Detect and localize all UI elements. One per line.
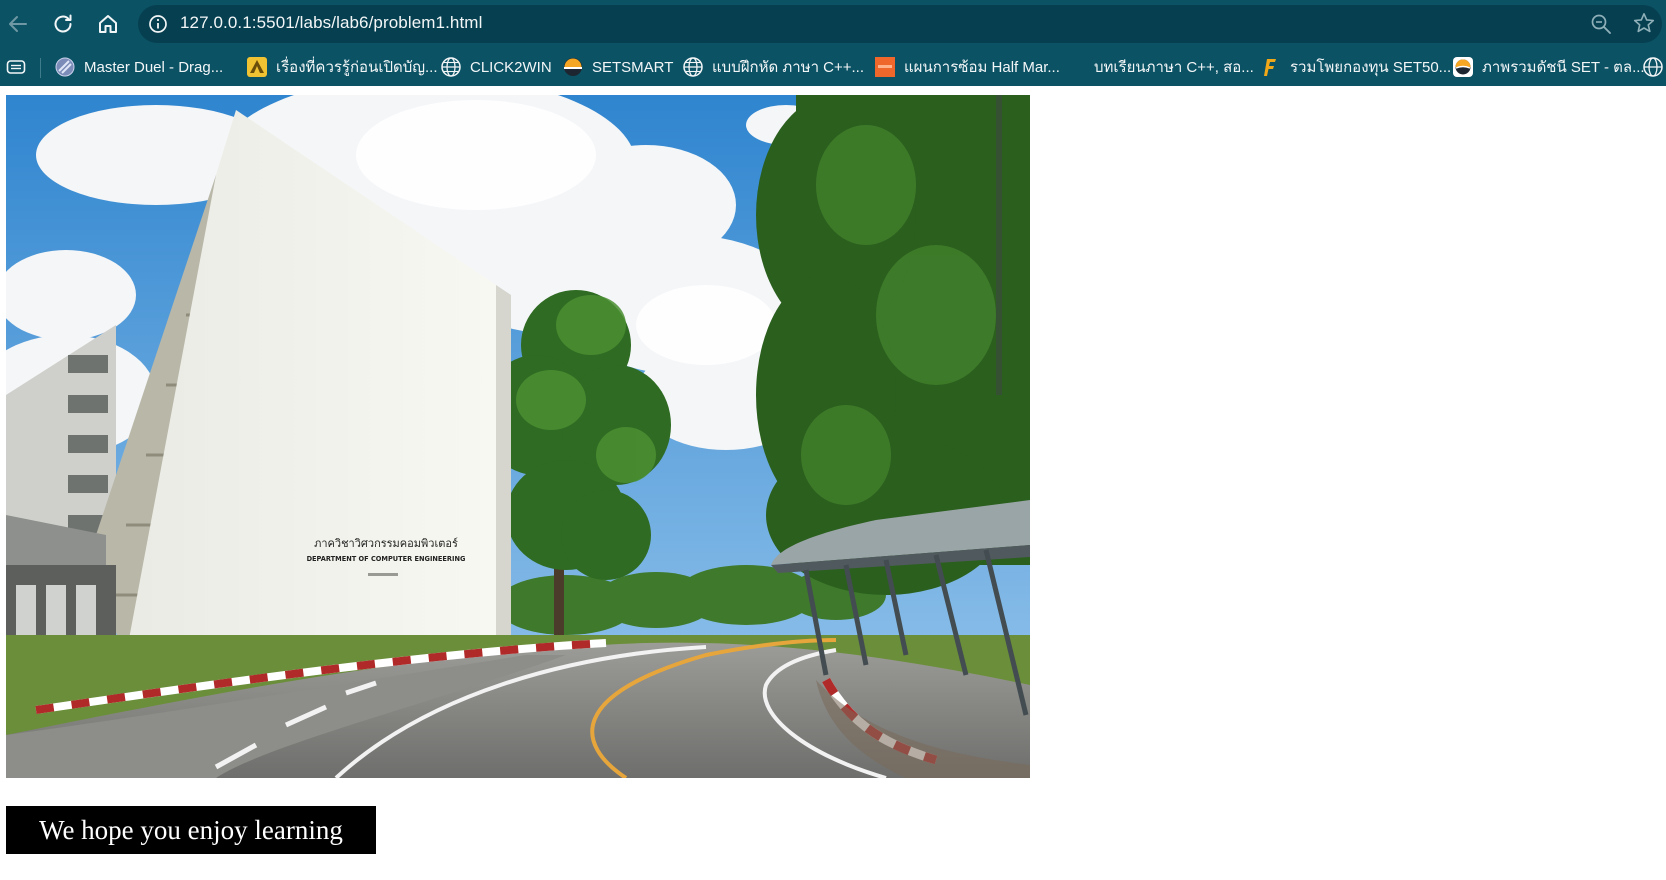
reload-icon[interactable]: [47, 8, 79, 40]
bookmark-label: CLICK2WIN: [470, 58, 552, 76]
bookmark-label: ภาพรวมดัชนี SET - ตล...: [1482, 59, 1645, 76]
bookmarks-bar: Master Duel - Drag... เรื่องที่ควรรู้ก่อ…: [0, 48, 1666, 86]
globe-icon: [682, 56, 704, 78]
bookmark-label: แผนการซ้อม Half Mar...: [904, 59, 1060, 76]
bookmarks-menu-icon[interactable]: [6, 48, 26, 86]
orange-site-icon: [874, 56, 896, 78]
bookmark-label: SETSMART: [592, 58, 674, 76]
building-sign-english: DEPARTMENT OF COMPUTER ENGINEERING: [307, 555, 466, 563]
site-info-icon[interactable]: [148, 14, 168, 34]
globe-icon: [440, 56, 462, 78]
bookmark-cpp-lessons[interactable]: บทเรียนภาษา C++, สอ...: [1094, 48, 1254, 86]
favorite-star-icon[interactable]: [1632, 11, 1656, 40]
bookmark-label: Master Duel - Drag...: [84, 58, 224, 76]
zoom-icon[interactable]: [1590, 13, 1612, 40]
bookmark-label: แบบฝึกหัด ภาษา C++...: [712, 59, 865, 76]
bookmark-click2win[interactable]: CLICK2WIN: [440, 48, 552, 86]
bookmark-cpp-exercises[interactable]: แบบฝึกหัด ภาษา C++...: [682, 48, 864, 86]
browser-toolbar: 127.0.0.1:5501/labs/lab6/problem1.html: [0, 0, 1666, 48]
set-logo-icon: [1452, 56, 1474, 78]
bank-logo-icon: [246, 56, 268, 78]
bookmark-half-marathon-plan[interactable]: แผนการซ้อม Half Mar...: [874, 48, 1060, 86]
bookmark-account-info[interactable]: เรื่องที่ควรรู้ก่อนเปิดบัญ...: [246, 48, 438, 86]
bookmarks-divider: [40, 58, 41, 78]
master-duel-icon: [54, 56, 76, 78]
building-sign-thai: ภาควิชาวิศวกรรมคอมพิวเตอร์: [314, 537, 458, 550]
bookmark-label: เรื่องที่ควรรู้ก่อนเปิดบัญ...: [276, 59, 438, 76]
campus-photo: ภาควิชาวิศวกรรมคอมพิวเตอร์ DEPARTMENT OF…: [6, 95, 1030, 778]
bookmark-set50-funds[interactable]: รวมโพยกองทุน SET50...: [1260, 48, 1451, 86]
bookmark-setsmart[interactable]: SETSMART: [562, 48, 673, 86]
bookmark-label: บทเรียนภาษา C++, สอ...: [1094, 59, 1254, 76]
bookmark-overflow[interactable]: [1642, 48, 1666, 86]
globe-icon: [1642, 56, 1664, 78]
bookmark-label: รวมโพยกองทุน SET50...: [1290, 59, 1452, 76]
welcome-banner: We hope you enjoy learning: [6, 806, 376, 854]
url-text[interactable]: 127.0.0.1:5501/labs/lab6/problem1.html: [180, 13, 482, 33]
bookmark-master-duel[interactable]: Master Duel - Drag...: [54, 48, 223, 86]
back-arrow-icon[interactable]: [2, 8, 34, 40]
setsmart-icon: [562, 56, 584, 78]
home-icon[interactable]: [92, 8, 124, 40]
bookmark-set-index-overview[interactable]: ภาพรวมดัชนี SET - ตล...: [1452, 48, 1645, 86]
f-logo-icon: [1260, 56, 1282, 78]
